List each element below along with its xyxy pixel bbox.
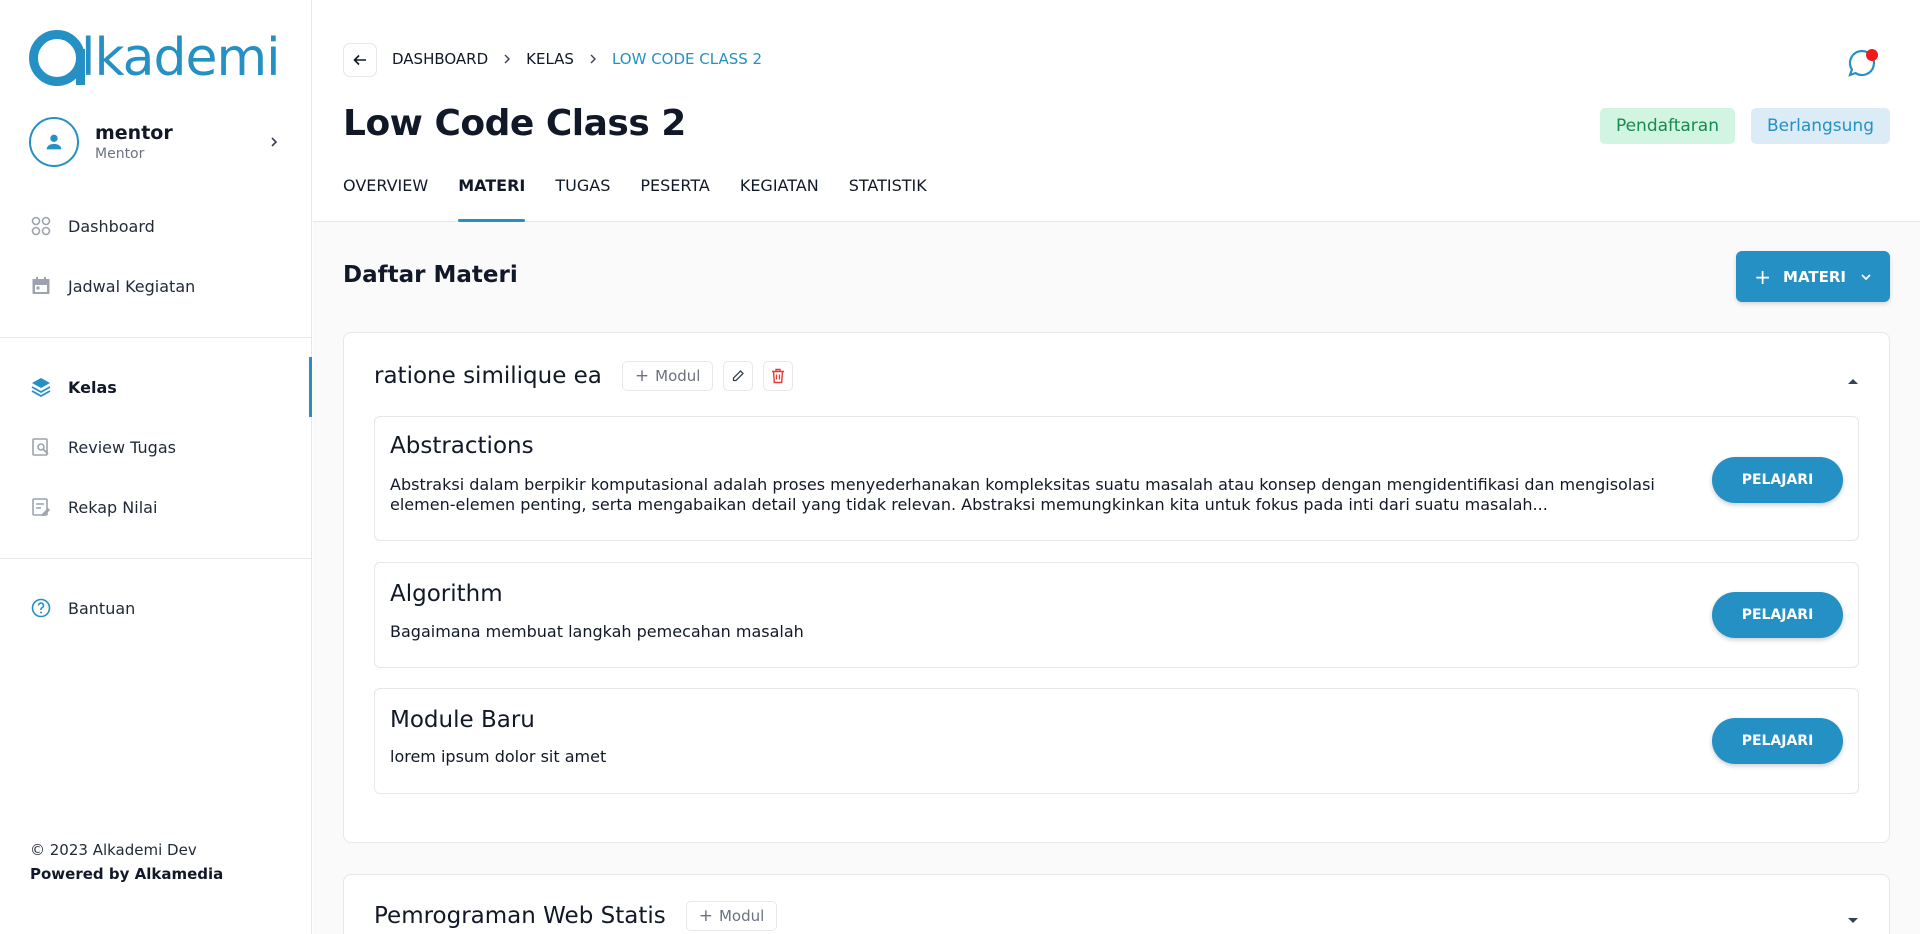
pelajari-button[interactable]: PELAJARI xyxy=(1712,592,1843,638)
status-badge-pendaftaran: Pendaftaran xyxy=(1599,108,1735,144)
sidebar-item-dashboard[interactable]: Dashboard xyxy=(0,204,311,248)
edit-note-icon xyxy=(30,496,52,518)
module-title: Abstractions xyxy=(390,433,534,459)
materi-group-card: Pemrograman Web Statis + Modul xyxy=(343,874,1890,934)
tab-peserta[interactable]: PESERTA xyxy=(640,168,709,222)
review-icon xyxy=(30,436,52,458)
grid-icon xyxy=(30,215,52,237)
module-description: Bagaimana membuat langkah pemecahan masa… xyxy=(390,622,804,641)
breadcrumb-dashboard[interactable]: DASHBOARD xyxy=(392,50,488,68)
sidebar-item-bantuan[interactable]: Bantuan xyxy=(0,586,311,630)
pelajari-button[interactable]: PELAJARI xyxy=(1712,457,1843,503)
copyright-text: © 2023 Alkademi Dev xyxy=(30,841,197,859)
module-title: Module Baru xyxy=(390,707,535,733)
sidebar-divider xyxy=(0,337,312,338)
tab-statistik[interactable]: STATISTIK xyxy=(849,168,927,222)
sidebar-item-label: Review Tugas xyxy=(68,437,176,457)
module-description: Abstraksi dalam berpikir komputasional a… xyxy=(390,475,1655,514)
materi-group-card: ratione similique ea + Modul Abstractions… xyxy=(343,332,1890,843)
add-modul-label: Modul xyxy=(655,367,701,385)
sidebar-item-label: Jadwal Kegiatan xyxy=(68,276,196,296)
pelajari-button[interactable]: PELAJARI xyxy=(1712,718,1843,764)
module-item: Module Baru lorem ipsum dolor sit amet P… xyxy=(374,688,1859,794)
page-title: Low Code Class 2 xyxy=(343,103,686,144)
logo-text: lkademi xyxy=(81,28,281,88)
trash-icon xyxy=(772,368,785,384)
tab-bar: OVERVIEW MATERI TUGAS PESERTA KEGIATAN S… xyxy=(343,168,957,222)
main-area: DASHBOARD KELAS LOW CODE CLASS 2 Low Cod… xyxy=(313,0,1920,934)
chevron-right-icon[interactable] xyxy=(264,132,284,152)
expand-button[interactable] xyxy=(1841,909,1865,933)
module-item: Algorithm Bagaimana membuat langkah peme… xyxy=(374,562,1859,668)
alkademi-logo[interactable]: lkademi xyxy=(29,28,281,88)
person-icon xyxy=(46,134,62,150)
user-profile[interactable]: mentor Mentor xyxy=(29,115,284,169)
edit-button[interactable] xyxy=(723,361,754,391)
layers-icon xyxy=(30,376,52,398)
chevron-right-icon xyxy=(502,54,512,64)
tab-tugas[interactable]: TUGAS xyxy=(555,168,610,222)
plus-icon: + xyxy=(698,906,713,926)
sidebar-item-kelas[interactable]: Kelas xyxy=(0,357,312,417)
collapse-button[interactable] xyxy=(1841,369,1865,393)
help-icon xyxy=(30,597,52,619)
pencil-icon xyxy=(733,370,745,382)
arrow-left-icon xyxy=(353,54,366,66)
delete-button[interactable] xyxy=(763,361,794,391)
page-header: DASHBOARD KELAS LOW CODE CLASS 2 Low Cod… xyxy=(313,0,1920,222)
materi-group-header: Pemrograman Web Statis + Modul xyxy=(374,901,778,931)
breadcrumb-kelas[interactable]: KELAS xyxy=(526,50,574,68)
add-materi-button[interactable]: + MATERI xyxy=(1736,251,1890,302)
caret-down-icon xyxy=(1848,918,1858,923)
materi-group-title: Pemrograman Web Statis xyxy=(374,903,666,929)
sidebar-item-label: Rekap Nilai xyxy=(68,497,158,517)
tab-overview[interactable]: OVERVIEW xyxy=(343,168,428,222)
add-modul-label: Modul xyxy=(718,907,765,925)
powered-by-text: Powered by Alkamedia xyxy=(30,865,224,883)
user-role: Mentor xyxy=(95,146,145,162)
module-title: Algorithm xyxy=(390,581,503,607)
plus-icon: + xyxy=(634,366,650,386)
sidebar-item-label: Bantuan xyxy=(68,598,136,618)
breadcrumb-current: LOW CODE CLASS 2 xyxy=(611,50,763,68)
chevron-right-icon xyxy=(588,54,598,64)
sidebar-item-review-tugas[interactable]: Review Tugas xyxy=(0,425,311,469)
status-badges: Pendaftaran Berlangsung xyxy=(1599,108,1890,144)
status-badge-berlangsung: Berlangsung xyxy=(1750,108,1890,144)
notification-dot xyxy=(1866,49,1878,61)
sidebar: lkademi mentor Mentor Dashboard Jadwal K… xyxy=(0,0,312,934)
chevron-down-icon xyxy=(1860,271,1872,283)
logo-a-mark xyxy=(29,30,85,86)
avatar xyxy=(29,117,79,167)
calendar-icon xyxy=(30,275,52,297)
sidebar-footer: © 2023 Alkademi Dev Powered by Alkamedia xyxy=(30,841,223,883)
add-modul-button[interactable]: + Modul xyxy=(621,361,714,391)
caret-up-icon xyxy=(1848,379,1858,384)
sidebar-item-label: Kelas xyxy=(68,377,117,397)
sidebar-item-rekap-nilai[interactable]: Rekap Nilai xyxy=(0,485,311,529)
section-title: Daftar Materi xyxy=(343,262,518,288)
sidebar-item-jadwal-kegiatan[interactable]: Jadwal Kegiatan xyxy=(0,264,311,308)
user-name: mentor xyxy=(95,122,173,144)
breadcrumb: DASHBOARD KELAS LOW CODE CLASS 2 xyxy=(392,50,762,68)
back-button[interactable] xyxy=(343,43,377,77)
plus-icon: + xyxy=(1754,264,1772,289)
materi-group-title: ratione similique ea xyxy=(374,363,602,389)
chat-button[interactable] xyxy=(1846,47,1880,81)
add-materi-label: MATERI xyxy=(1783,267,1846,286)
sidebar-item-label: Dashboard xyxy=(68,216,155,236)
tab-materi[interactable]: MATERI xyxy=(458,168,526,222)
add-modul-button[interactable]: + Modul xyxy=(685,901,778,931)
tab-kegiatan[interactable]: KEGIATAN xyxy=(740,168,819,222)
sidebar-divider xyxy=(0,558,312,559)
materi-content: Daftar Materi + MATERI ratione similique… xyxy=(313,222,1920,934)
module-item: Abstractions Abstraksi dalam berpikir ko… xyxy=(374,416,1859,541)
materi-group-header: ratione similique ea + Modul xyxy=(374,361,794,391)
module-description: lorem ipsum dolor sit amet xyxy=(390,747,607,766)
